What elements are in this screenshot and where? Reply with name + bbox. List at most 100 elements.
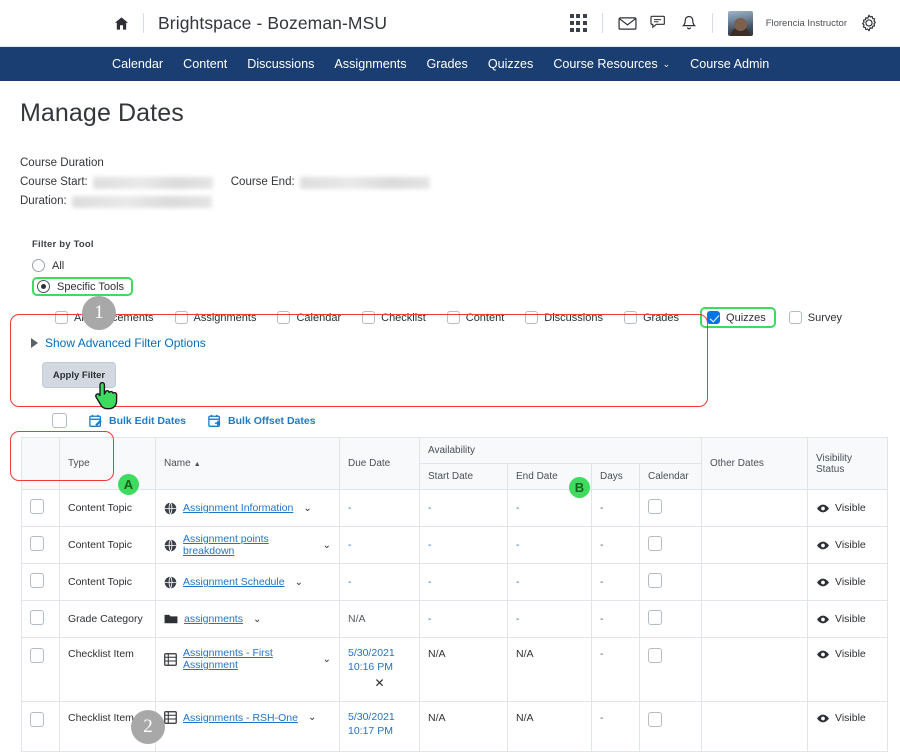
gear-icon[interactable]	[860, 14, 878, 32]
home-icon[interactable]	[114, 16, 129, 31]
checkbox-input[interactable]	[623, 311, 637, 324]
message-bubble-icon[interactable]	[650, 15, 668, 31]
select-all-checkbox[interactable]	[52, 413, 67, 428]
cell-due-date[interactable]: -	[339, 489, 420, 527]
checkbox-input[interactable]	[446, 311, 460, 324]
row-select-cell[interactable]	[21, 600, 60, 638]
calendar-checkbox[interactable]	[648, 610, 662, 625]
header-type[interactable]: Type	[59, 437, 156, 490]
nav-item-calendar[interactable]: Calendar	[112, 57, 163, 71]
checkbox-input[interactable]	[788, 311, 802, 324]
row-select-cell[interactable]	[21, 701, 60, 752]
cell-days: -	[591, 489, 640, 527]
tool-checkbox-calendar[interactable]: Calendar	[277, 311, 341, 324]
row-name-link[interactable]: Assignments - RSH-One	[183, 712, 298, 724]
header-start-date[interactable]: Start Date	[419, 463, 508, 490]
row-checkbox[interactable]	[30, 610, 44, 625]
chevron-down-icon[interactable]: ⌄	[303, 503, 311, 514]
header-other-dates[interactable]: Other Dates	[701, 437, 808, 490]
tool-checkbox-checklist[interactable]: Checklist	[362, 311, 426, 324]
checkbox-input[interactable]	[174, 311, 188, 324]
checkbox-input[interactable]	[707, 311, 721, 324]
calendar-checkbox[interactable]	[648, 499, 662, 514]
apps-grid-icon[interactable]	[569, 14, 587, 32]
tool-checkbox-content[interactable]: Content	[446, 311, 504, 324]
cell-end-date[interactable]: -	[507, 600, 592, 638]
cell-due-date[interactable]: 5/30/2021 10:16 PM ✕	[339, 637, 420, 702]
radio-option-all[interactable]: All	[32, 259, 880, 272]
nav-item-discussions[interactable]: Discussions	[247, 57, 314, 71]
row-checkbox[interactable]	[30, 499, 44, 514]
nav-item-course-resources[interactable]: Course Resources ⌄	[553, 57, 670, 71]
show-advanced-filter-options[interactable]: Show Advanced Filter Options	[20, 336, 880, 350]
cell-calendar[interactable]	[639, 637, 702, 702]
notification-bell-icon[interactable]	[681, 15, 697, 32]
chevron-down-icon[interactable]: ⌄	[295, 577, 303, 588]
chevron-down-icon[interactable]: ⌄	[308, 712, 316, 723]
nav-item-course-admin[interactable]: Course Admin	[690, 57, 769, 71]
tool-checkbox-assignments[interactable]: Assignments	[174, 311, 256, 324]
tool-checkbox-discussions[interactable]: Discussions	[525, 311, 603, 324]
radio-specific-tools-input[interactable]	[37, 280, 50, 293]
cell-calendar[interactable]	[639, 701, 702, 752]
header-visibility-status[interactable]: Visibility Status	[807, 437, 888, 490]
bulk-offset-dates-button[interactable]: Bulk Offset Dates	[208, 414, 316, 428]
calendar-checkbox[interactable]	[648, 573, 662, 588]
row-select-cell[interactable]	[21, 489, 60, 527]
cell-due-date[interactable]: -	[339, 526, 420, 564]
cell-end-date[interactable]: -	[507, 526, 592, 564]
cell-calendar[interactable]	[639, 600, 702, 638]
row-select-cell[interactable]	[21, 526, 60, 564]
envelope-icon[interactable]	[618, 16, 637, 31]
nav-item-content[interactable]: Content	[183, 57, 227, 71]
cell-start-date[interactable]: -	[419, 563, 508, 601]
row-name-link[interactable]: Assignment Information	[183, 502, 293, 514]
checkbox-input[interactable]	[362, 311, 376, 324]
cell-start-date[interactable]: -	[419, 489, 508, 527]
row-name-link[interactable]: assignments	[184, 613, 243, 625]
cell-start-date[interactable]: -	[419, 600, 508, 638]
row-name-link[interactable]: Assignment Schedule	[183, 576, 285, 588]
end-date-value: -	[516, 576, 520, 588]
chevron-down-icon[interactable]: ⌄	[323, 654, 331, 665]
cell-calendar[interactable]	[639, 563, 702, 601]
radio-option-specific-tools[interactable]: Specific Tools	[32, 277, 134, 296]
cell-due-date[interactable]: 5/30/2021 10:17 PM	[339, 701, 420, 752]
row-select-cell[interactable]	[21, 563, 60, 601]
header-calendar[interactable]: Calendar	[639, 463, 702, 490]
header-days[interactable]: Days	[591, 463, 640, 490]
header-due-date[interactable]: Due Date	[339, 437, 420, 490]
radio-all-input[interactable]	[32, 259, 45, 272]
nav-item-assignments[interactable]: Assignments	[334, 57, 406, 71]
row-name-link[interactable]: Assignment points breakdown	[183, 533, 313, 557]
cell-calendar[interactable]	[639, 489, 702, 527]
divider	[601, 13, 603, 33]
tool-checkbox-quizzes[interactable]: Quizzes	[707, 311, 766, 324]
tool-checkbox-grades[interactable]: Grades	[623, 311, 679, 324]
cell-calendar[interactable]	[639, 526, 702, 564]
cell-end-date[interactable]: -	[507, 563, 592, 601]
visibility-label: Visible	[835, 712, 866, 724]
cell-start-date[interactable]: -	[419, 526, 508, 564]
avatar[interactable]	[727, 10, 753, 36]
row-checkbox[interactable]	[30, 648, 44, 663]
row-name-link[interactable]: Assignments - First Assignment	[183, 647, 313, 671]
checkbox-input[interactable]	[55, 311, 68, 324]
tool-checkbox-survey[interactable]: Survey	[788, 311, 842, 324]
checkbox-input[interactable]	[525, 311, 539, 324]
due-date-value: 5/30/2021 10:16 PM	[348, 647, 395, 673]
end-date-value: -	[516, 502, 520, 514]
calendar-checkbox[interactable]	[648, 648, 662, 663]
clear-date-icon[interactable]: ✕	[348, 676, 411, 690]
calendar-checkbox[interactable]	[648, 536, 662, 551]
nav-item-quizzes[interactable]: Quizzes	[488, 57, 534, 71]
row-checkbox[interactable]	[30, 536, 44, 551]
cell-due-date[interactable]: -	[339, 563, 420, 601]
row-checkbox[interactable]	[30, 573, 44, 588]
row-select-cell[interactable]	[21, 637, 60, 702]
chevron-down-icon[interactable]: ⌄	[323, 540, 331, 551]
header-name[interactable]: Name ▲	[155, 437, 340, 490]
checkbox-input[interactable]	[277, 311, 291, 324]
chevron-down-icon[interactable]: ⌄	[253, 614, 261, 625]
nav-item-grades[interactable]: Grades	[427, 57, 468, 71]
